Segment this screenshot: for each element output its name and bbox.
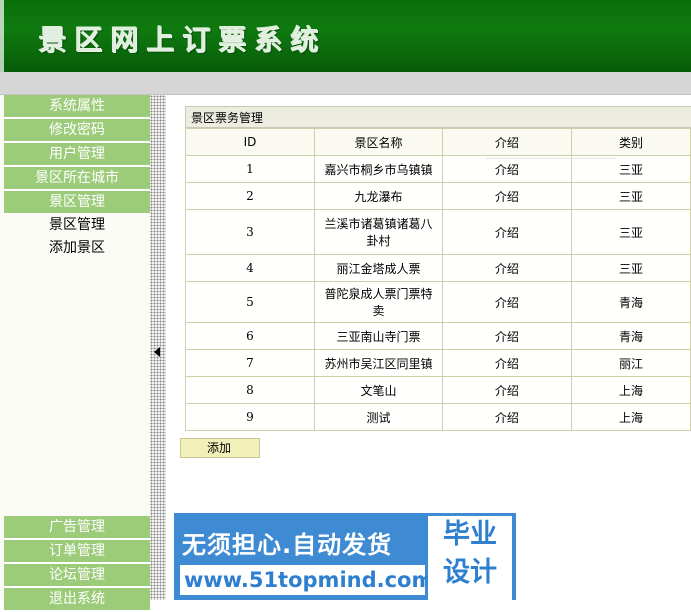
cell-name: 测试 — [313, 403, 443, 431]
cell-id: 8 — [185, 376, 315, 404]
panel-title: 景区票务管理 — [185, 106, 691, 128]
cell-intro-link[interactable]: 介绍 — [441, 322, 572, 350]
table-row: 8 文笔山 介绍 上海 — [185, 376, 691, 404]
cell-id: 3 — [185, 209, 315, 255]
cell-category: 上海 — [570, 376, 691, 404]
table-row: 4 丽江金塔成人票 介绍 三亚 — [185, 254, 691, 282]
cell-name: 三亚南山寺门票 — [313, 322, 443, 350]
sidebar: 系统属性 修改密码 用户管理 景区所在城市 景区管理 景区管理 添加景区 广告管… — [0, 95, 150, 612]
scenic-ticket-table: ID 景区名称 介绍 类别 1 嘉兴市桐乡市乌镇镇 介绍 三亚 2 九龙瀑布 介… — [185, 128, 691, 431]
cell-intro-link[interactable]: 介绍 — [441, 403, 572, 431]
cell-id: 1 — [185, 155, 315, 183]
badge-line2: 设计 — [443, 557, 497, 588]
submenu-scenic-management[interactable]: 景区管理 — [4, 214, 150, 236]
banner-url: www.51topmind.com — [180, 565, 433, 595]
cell-id: 9 — [185, 403, 315, 431]
header-divider-bar — [0, 72, 691, 95]
cell-intro-link[interactable]: 介绍 — [441, 209, 572, 255]
ad-banner[interactable]: 无须担心.自动发货 www.51topmind.com 毕业 设计 — [174, 513, 516, 600]
cell-category: 青海 — [570, 322, 691, 350]
cell-name: 嘉兴市桐乡市乌镇镇 — [313, 155, 443, 183]
sidebar-item-scenic-management[interactable]: 景区管理 — [4, 191, 150, 215]
cell-name: 文笔山 — [313, 376, 443, 404]
table-row: 2 九龙瀑布 介绍 三亚 — [185, 182, 691, 210]
add-button[interactable]: 添加 — [180, 438, 260, 458]
cell-category: 丽江 — [570, 349, 691, 377]
cell-category: 三亚 — [570, 182, 691, 210]
table-row: 9 测试 介绍 上海 — [185, 403, 691, 431]
sidebar-item-ad-management[interactable]: 广告管理 — [4, 516, 150, 540]
cell-name: 普陀泉成人票门票特卖 — [313, 281, 443, 323]
sidebar-item-scenic-city[interactable]: 景区所在城市 — [4, 167, 150, 191]
cell-intro-link[interactable]: 介绍 — [441, 182, 572, 210]
cell-id: 4 — [185, 254, 315, 282]
sidebar-item-user-management[interactable]: 用户管理 — [4, 143, 150, 167]
column-header-name: 景区名称 — [313, 128, 443, 156]
column-header-category: 类别 — [570, 128, 691, 156]
column-header-id: ID — [185, 128, 315, 156]
cell-id: 7 — [185, 349, 315, 377]
cell-id: 6 — [185, 322, 315, 350]
cell-intro-link[interactable]: 介绍 — [441, 376, 572, 404]
submenu-add-scenic[interactable]: 添加景区 — [4, 237, 150, 259]
sidebar-item-change-password[interactable]: 修改密码 — [4, 119, 150, 143]
cell-category: 三亚 — [570, 155, 691, 183]
cell-intro-link[interactable]: 介绍 — [441, 155, 572, 183]
table-row: 7 苏州市吴江区同里镇 介绍 丽江 — [185, 349, 691, 377]
cell-name: 丽江金塔成人票 — [313, 254, 443, 282]
table-row: 3 兰溪市诸葛镇诸葛八卦村 介绍 三亚 — [185, 209, 691, 255]
cell-intro-link[interactable]: 介绍 — [441, 254, 572, 282]
cell-name: 九龙瀑布 — [313, 182, 443, 210]
sidebar-item-system-properties[interactable]: 系统属性 — [4, 95, 150, 119]
banner-slogan: 无须担心.自动发货 — [182, 531, 393, 559]
banner-badge: 毕业 设计 — [428, 516, 512, 600]
cell-intro-link[interactable]: 介绍 — [441, 349, 572, 377]
cell-category: 上海 — [570, 403, 691, 431]
cell-name: 兰溪市诸葛镇诸葛八卦村 — [313, 209, 443, 255]
cell-name: 苏州市吴江区同里镇 — [313, 349, 443, 377]
cell-id: 5 — [185, 281, 315, 323]
app-header: 景区网上订票系统 — [0, 0, 691, 73]
chevron-left-icon[interactable] — [154, 347, 160, 357]
sidebar-item-order-management[interactable]: 订单管理 — [4, 540, 150, 564]
cell-id: 2 — [185, 182, 315, 210]
table-row: 1 嘉兴市桐乡市乌镇镇 介绍 三亚 — [185, 155, 691, 183]
divider-line — [486, 158, 616, 159]
table-header-row: ID 景区名称 介绍 类别 — [185, 128, 691, 156]
header-edge — [0, 0, 4, 72]
sidebar-item-forum-management[interactable]: 论坛管理 — [4, 564, 150, 588]
cell-category: 青海 — [570, 281, 691, 323]
column-header-intro: 介绍 — [441, 128, 572, 156]
table-row: 5 普陀泉成人票门票特卖 介绍 青海 — [185, 281, 691, 323]
table-row: 6 三亚南山寺门票 介绍 青海 — [185, 322, 691, 350]
cell-intro-link[interactable]: 介绍 — [441, 281, 572, 323]
cell-category: 三亚 — [570, 209, 691, 255]
badge-line1: 毕业 — [443, 519, 497, 550]
sidebar-item-logout[interactable]: 退出系统 — [4, 588, 150, 612]
cell-category: 三亚 — [570, 254, 691, 282]
app-title: 景区网上订票系统 — [38, 23, 327, 56]
